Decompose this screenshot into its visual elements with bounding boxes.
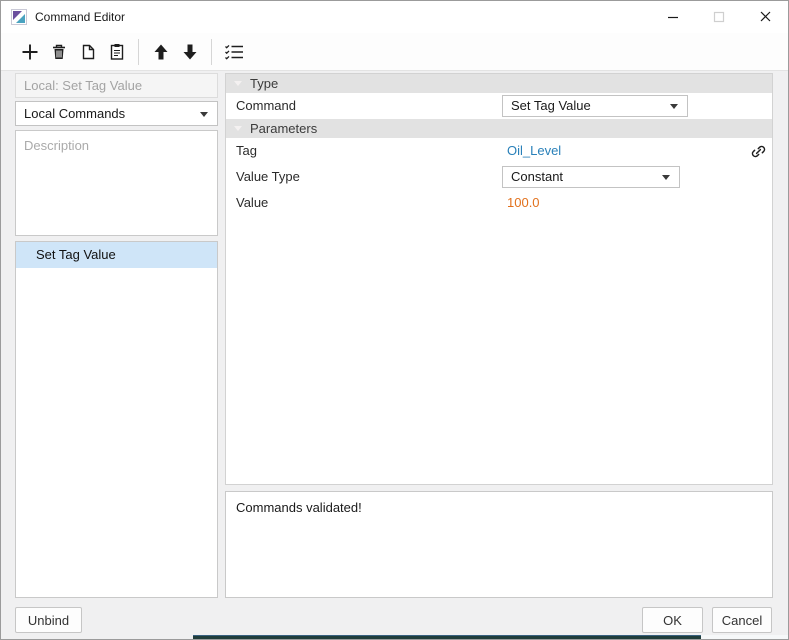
- property-label: Tag: [236, 143, 257, 158]
- property-label: Command: [236, 98, 296, 113]
- command-editor-window: Command Editor Local: Set Tag Value Loca…: [0, 0, 789, 640]
- description-input[interactable]: [15, 130, 218, 236]
- command-properties-panel: Type Command Set Tag Value Parameters Ta…: [225, 73, 773, 485]
- copy-command-button[interactable]: [73, 38, 102, 66]
- close-button[interactable]: [742, 1, 788, 32]
- plus-icon: [22, 44, 37, 59]
- chevron-down-icon: [670, 104, 678, 109]
- titlebar: Command Editor: [1, 1, 788, 33]
- command-list[interactable]: Set Tag Value: [15, 241, 218, 598]
- move-down-button[interactable]: [175, 38, 204, 66]
- collapse-arrow-icon: [234, 81, 242, 86]
- cancel-button[interactable]: Cancel: [712, 607, 772, 633]
- paste-command-button[interactable]: [102, 38, 131, 66]
- section-title: Type: [250, 76, 279, 91]
- command-dropdown[interactable]: Set Tag Value: [502, 95, 688, 117]
- tag-value-link[interactable]: Oil_Level: [507, 138, 561, 164]
- arrow-down-icon: [183, 44, 196, 59]
- checklist-icon: [224, 44, 243, 60]
- window-controls: [650, 1, 788, 32]
- section-title: Parameters: [250, 121, 318, 136]
- window-title: Command Editor: [35, 10, 126, 24]
- binding-path-field[interactable]: [15, 73, 218, 98]
- collapse-arrow-icon: [234, 126, 242, 131]
- trash-icon: [52, 44, 65, 59]
- value-type-dropdown-value: Constant: [511, 169, 564, 184]
- delete-command-button[interactable]: [44, 38, 73, 66]
- move-up-button[interactable]: [146, 38, 175, 66]
- unbind-button[interactable]: Unbind: [15, 607, 82, 633]
- section-header-parameters[interactable]: Parameters: [226, 119, 772, 138]
- add-command-button[interactable]: [15, 38, 44, 66]
- property-row-command: Command Set Tag Value: [226, 93, 772, 119]
- maximize-button[interactable]: [696, 1, 742, 32]
- command-scope-dropdown[interactable]: Local Commands: [15, 101, 218, 126]
- toolbar-separator: [138, 38, 139, 65]
- property-row-value: Value 100.0: [226, 190, 772, 216]
- toolbar: [1, 33, 788, 71]
- minimize-button[interactable]: [650, 1, 696, 32]
- validation-message: Commands validated!: [236, 500, 362, 515]
- property-label: Value: [236, 195, 269, 210]
- arrow-up-icon: [154, 44, 167, 59]
- validate-commands-button[interactable]: [219, 38, 248, 66]
- property-label: Value Type: [236, 169, 300, 184]
- toolbar-separator: [211, 38, 212, 65]
- command-scope-selected: Local Commands: [24, 106, 126, 121]
- property-row-tag: Tag Oil_Level: [226, 138, 772, 164]
- chevron-down-icon: [662, 175, 670, 180]
- value-type-dropdown[interactable]: Constant: [502, 166, 680, 188]
- value-literal[interactable]: 100.0: [507, 190, 540, 216]
- app-logo-icon: [11, 9, 27, 25]
- section-header-type[interactable]: Type: [226, 74, 772, 93]
- paste-icon: [110, 43, 123, 60]
- validation-message-box: Commands validated!: [225, 491, 773, 598]
- ok-button[interactable]: OK: [642, 607, 703, 633]
- background-window-edge: [193, 635, 701, 639]
- chevron-down-icon: [200, 111, 208, 117]
- list-item[interactable]: Set Tag Value: [16, 242, 217, 268]
- copy-icon: [82, 44, 94, 59]
- tag-binding-link-icon[interactable]: [750, 143, 767, 160]
- command-dropdown-value: Set Tag Value: [511, 98, 591, 113]
- background-window-edge-right: [701, 635, 788, 639]
- property-row-value-type: Value Type Constant: [226, 164, 772, 190]
